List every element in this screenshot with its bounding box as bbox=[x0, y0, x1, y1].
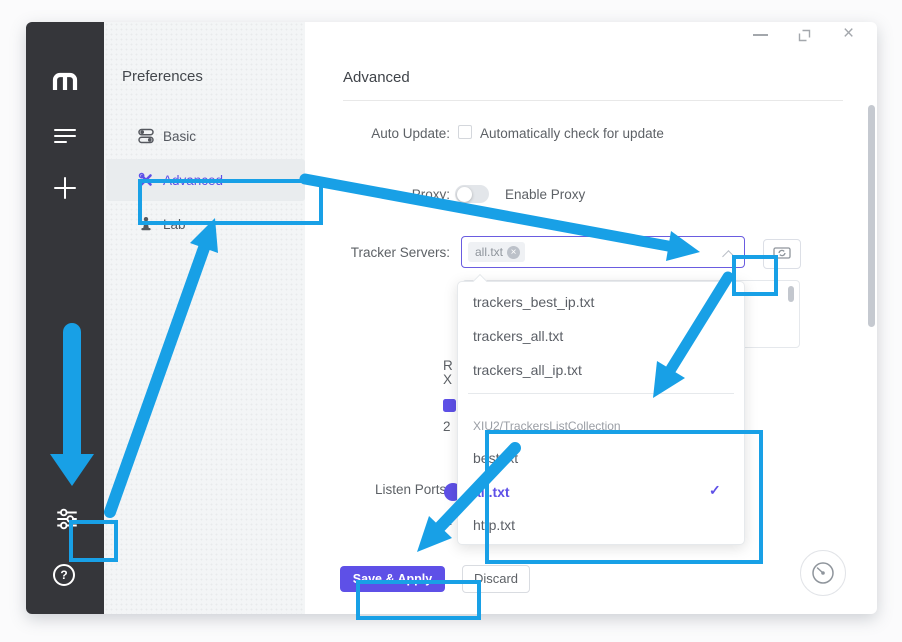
motrix-logo-icon bbox=[52, 71, 78, 96]
auto-update-label: Auto Update: bbox=[300, 126, 450, 142]
page-title: Advanced bbox=[343, 69, 410, 86]
tracker-servers-select[interactable]: all.txt × bbox=[461, 236, 745, 268]
speed-limit-button[interactable] bbox=[800, 550, 846, 596]
clipped-checkbox-fragment bbox=[443, 399, 456, 412]
proxy-toggle-label: Enable Proxy bbox=[505, 187, 585, 203]
annotation-box-chevron bbox=[732, 255, 778, 296]
toggles-icon bbox=[138, 128, 154, 149]
dropdown-item[interactable]: trackers_all_ip.txt bbox=[473, 362, 582, 378]
sidebar-item-basic[interactable]: Basic bbox=[163, 129, 196, 144]
dropdown-divider bbox=[468, 393, 734, 394]
annotation-box-settings bbox=[69, 520, 118, 562]
page-scrollbar[interactable] bbox=[868, 105, 875, 327]
clipped-text-fragment: 2 bbox=[443, 419, 451, 434]
dropdown-item[interactable]: trackers_all.txt bbox=[473, 328, 563, 344]
selected-tag: all.txt × bbox=[468, 242, 525, 262]
speedometer-icon bbox=[809, 559, 837, 587]
annotation-box-xiu2-group bbox=[485, 430, 763, 564]
task-list-icon[interactable] bbox=[54, 129, 76, 144]
minimize-button[interactable] bbox=[753, 34, 768, 36]
add-task-icon-bar[interactable] bbox=[64, 177, 66, 199]
maximize-button[interactable] bbox=[798, 29, 811, 47]
tag-remove-icon[interactable]: × bbox=[507, 246, 520, 259]
clipped-text-fragment: X bbox=[443, 372, 452, 387]
tag-label: all.txt bbox=[475, 245, 503, 259]
heading-divider bbox=[343, 100, 843, 101]
annotation-box-save bbox=[356, 580, 481, 620]
clipped-text-fragment: R bbox=[443, 358, 453, 373]
toggle-knob bbox=[457, 187, 472, 202]
help-icon[interactable]: ? bbox=[53, 564, 75, 586]
preferences-panel bbox=[104, 22, 305, 614]
listen-ports-label: Listen Ports: bbox=[300, 482, 450, 498]
close-button[interactable]: × bbox=[843, 23, 854, 45]
proxy-toggle[interactable] bbox=[455, 185, 489, 203]
auto-update-checkbox-label[interactable]: Automatically check for update bbox=[480, 126, 664, 142]
annotation-box-advanced bbox=[138, 179, 323, 225]
desktop-background: ? Preferences Basic Advanced bbox=[0, 0, 902, 642]
dropdown-item[interactable]: trackers_best_ip.txt bbox=[473, 294, 594, 310]
app-window: ? Preferences Basic Advanced bbox=[26, 22, 877, 614]
preferences-title: Preferences bbox=[122, 68, 203, 85]
tracker-servers-label: Tracker Servers: bbox=[300, 245, 450, 261]
auto-update-checkbox[interactable] bbox=[458, 125, 472, 139]
textarea-scrollbar[interactable] bbox=[788, 286, 794, 302]
maximize-icon bbox=[798, 29, 811, 42]
clipped-text-fragment: E bbox=[443, 513, 452, 528]
